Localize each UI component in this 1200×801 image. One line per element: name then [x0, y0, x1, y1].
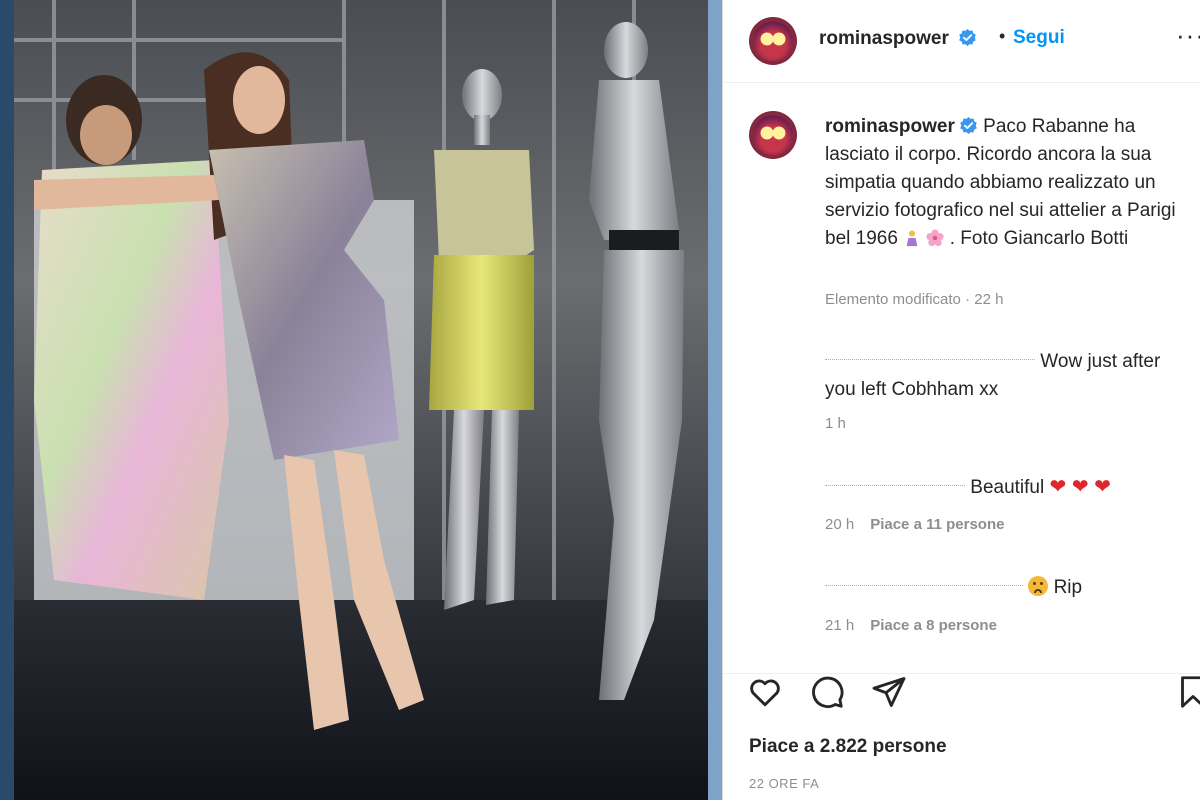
caption-meta: Elemento modificato · 22 h [825, 291, 1004, 308]
avatar[interactable] [749, 111, 797, 159]
sad-face-emoji-icon [1028, 576, 1049, 596]
likes-count[interactable]: Piace a 2.822 persone [749, 736, 947, 758]
post-header: rominaspower • Segui ··· [723, 0, 1200, 83]
separator-dot: • [999, 26, 1006, 46]
post-sidebar: rominaspower • Segui ··· rominaspower Pa… [722, 0, 1200, 800]
comment-username-redacted [825, 585, 1023, 590]
caption-text-part2: . Foto Giancarlo Botti [944, 228, 1129, 249]
post-timestamp: 22 ORE FA [749, 776, 820, 791]
follow-button[interactable]: Segui [1013, 27, 1065, 49]
photo-border-left [0, 0, 14, 800]
bookmark-icon[interactable] [1175, 674, 1200, 710]
heart-emoji-icon: ❤ ❤ ❤ [1049, 476, 1111, 498]
comments-list[interactable]: rominaspower Paco Rabanne ha lasciato il… [723, 83, 1200, 673]
cherry-blossom-emoji-icon [926, 229, 945, 247]
verified-icon [959, 28, 976, 47]
post-photo[interactable] [14, 0, 708, 800]
comment-item: Wow just after you left Cobhham xx [825, 348, 1195, 404]
comment-time[interactable]: 21 h [825, 617, 854, 634]
heart-icon[interactable] [747, 674, 783, 710]
header-username[interactable]: rominaspower [819, 28, 977, 50]
header-username-label[interactable]: rominaspower [819, 28, 949, 49]
praying-woman-emoji-icon [906, 230, 918, 247]
comment-item: Rip [825, 574, 1195, 602]
comment-username-redacted [825, 485, 965, 490]
post-photo-panel [0, 0, 722, 800]
caption-username[interactable]: rominaspower [825, 116, 955, 137]
comment-meta: 21 h Piace a 8 persone [825, 617, 997, 634]
comment-meta: 1 h [825, 415, 846, 432]
comment-time[interactable]: 20 h [825, 516, 854, 533]
comment-username-redacted [825, 359, 1035, 364]
comment-text: Wow just after you left Cobhham xx [825, 351, 1161, 400]
comment-text: Rip [1053, 577, 1083, 598]
comment-time[interactable]: 1 h [825, 415, 846, 432]
photo-illustration [14, 0, 708, 800]
post-caption: rominaspower Paco Rabanne ha lasciato il… [825, 113, 1197, 253]
photo-border-right [708, 0, 722, 800]
comment-item: Beautiful ❤ ❤ ❤ [825, 473, 1195, 502]
comment-meta: 20 h Piace a 11 persone [825, 516, 1004, 533]
comment-likes[interactable]: Piace a 11 persone [870, 516, 1004, 533]
verified-icon [960, 116, 977, 135]
more-options-icon[interactable]: ··· [1176, 20, 1200, 51]
comment-likes[interactable]: Piace a 8 persone [870, 617, 997, 634]
avatar[interactable] [749, 17, 797, 65]
post-actions: Piace a 2.822 persone 22 ORE FA [723, 673, 1200, 801]
share-icon[interactable] [871, 674, 907, 710]
comment-text: Beautiful [970, 477, 1050, 498]
comment-icon[interactable] [809, 674, 845, 710]
